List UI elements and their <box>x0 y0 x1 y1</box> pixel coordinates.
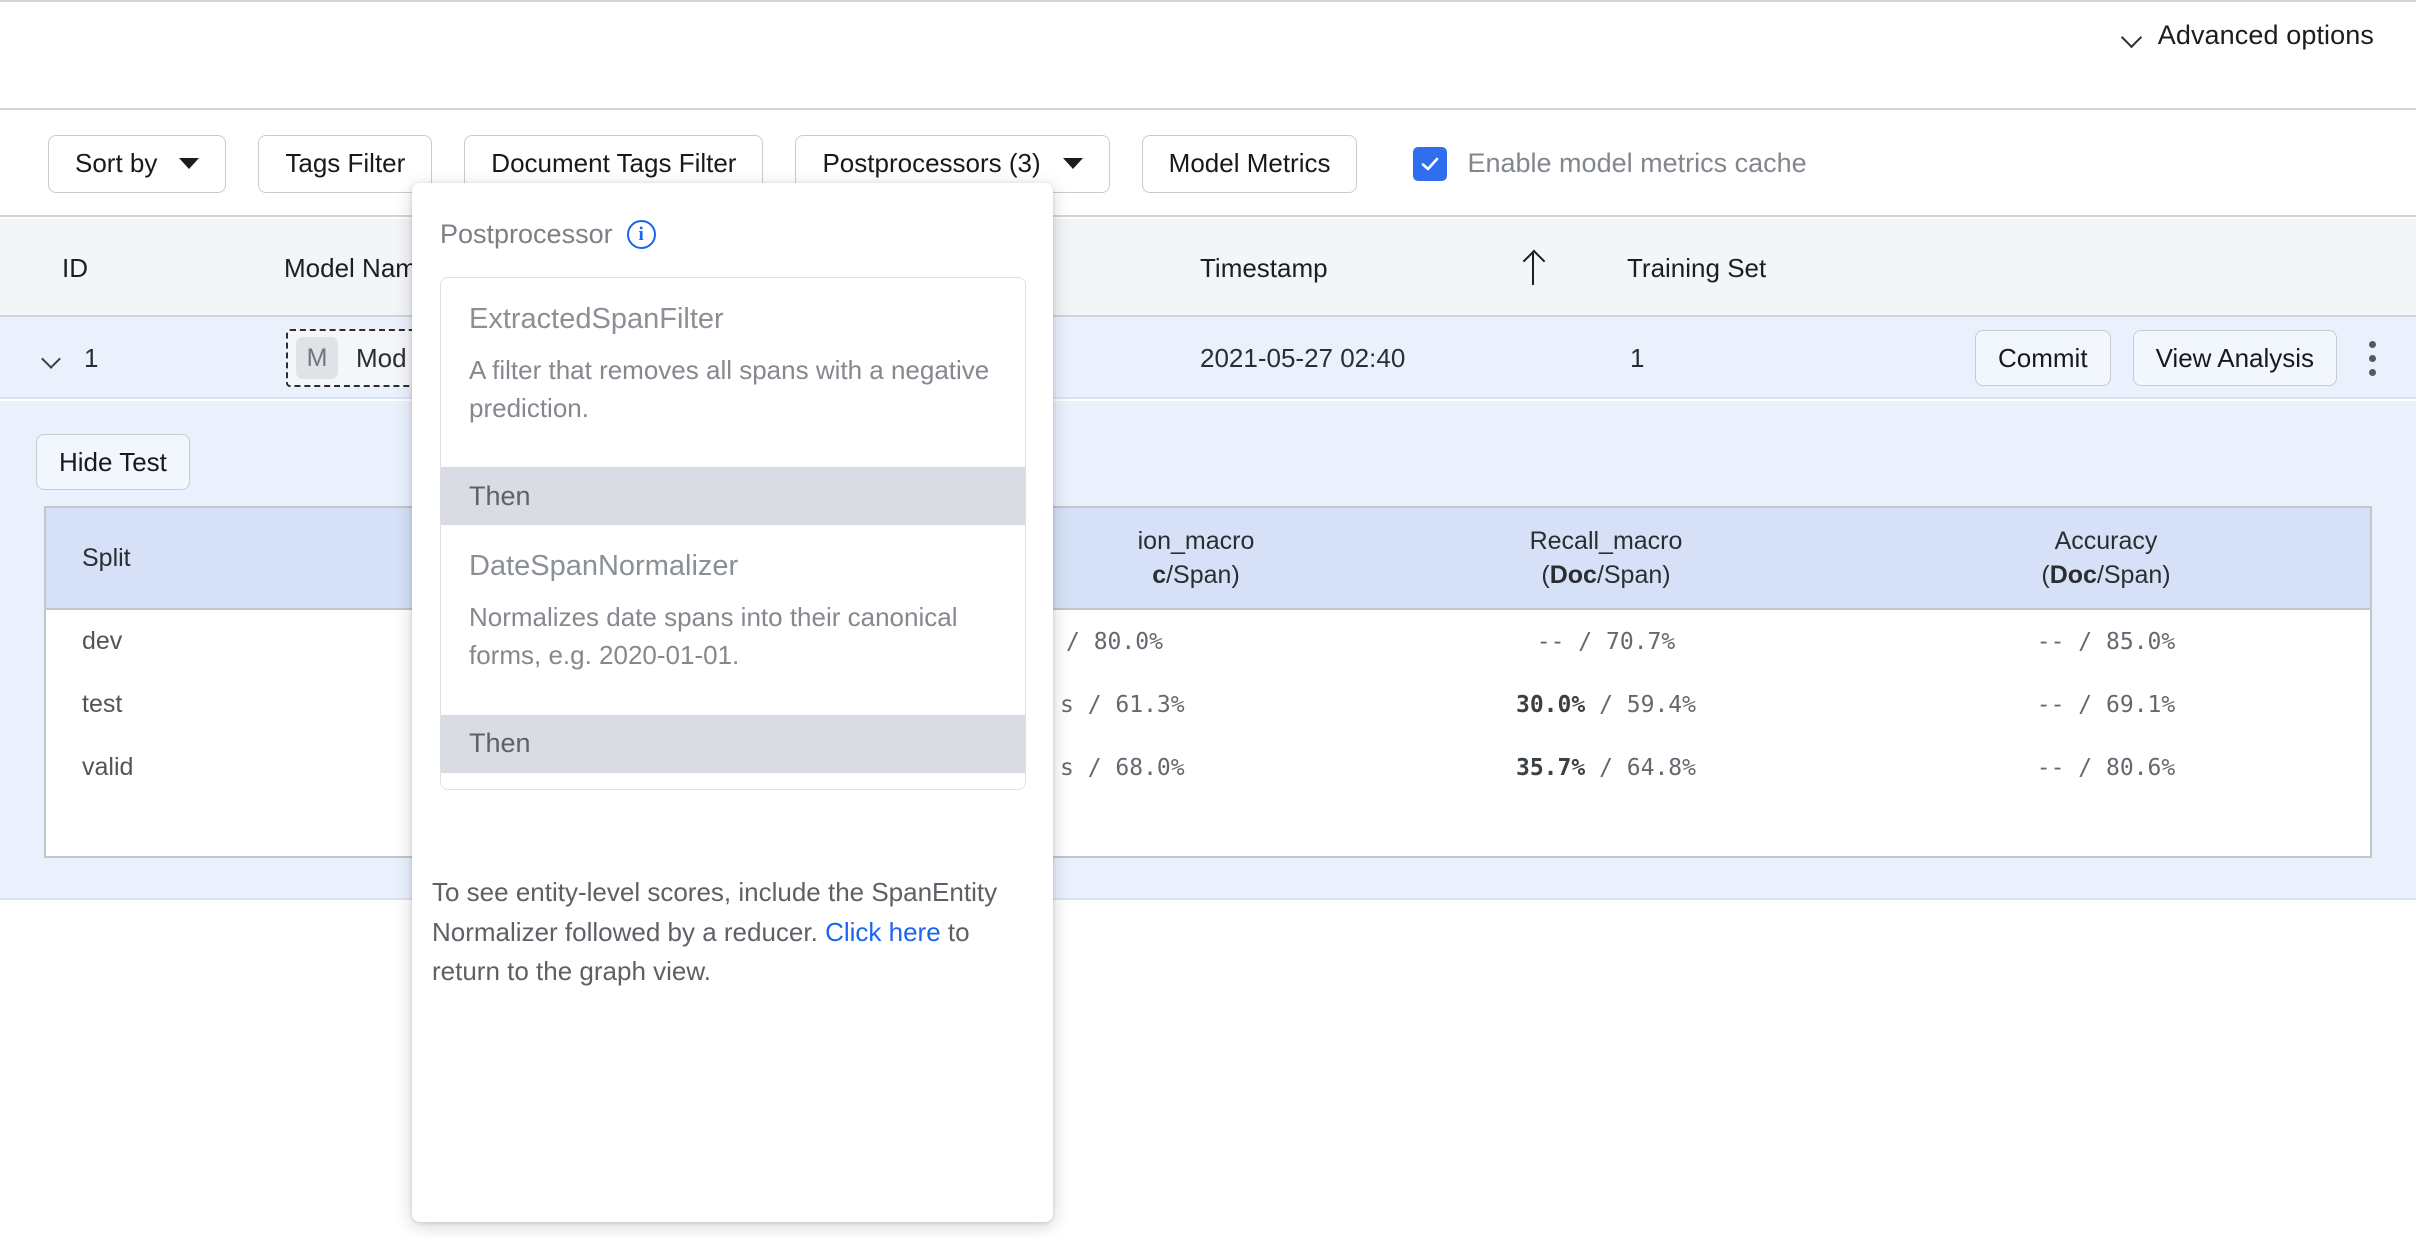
chevron-down-icon <box>1062 158 1083 169</box>
chevron-down-icon <box>2122 30 2144 42</box>
advanced-options-toggle[interactable]: Advanced options <box>2116 19 2380 52</box>
column-header-timestamp[interactable]: Timestamp <box>1200 219 1328 317</box>
model-name-chip[interactable]: M Mod <box>286 329 423 387</box>
metrics-column-split: Split <box>82 544 131 573</box>
hide-test-button[interactable]: Hide Test <box>36 434 190 490</box>
metrics-column-recall-macro: Recall_macro (Doc/Span) <box>1456 508 1756 610</box>
tags-filter-label: Tags Filter <box>285 148 406 178</box>
kebab-menu-icon[interactable] <box>2367 340 2377 376</box>
advanced-options-bar: Advanced options <box>0 0 2416 110</box>
metrics-row: valid s / 68.0% 35.7% / 64.8% -- / 80.6% <box>46 736 2370 799</box>
tags-filter-button[interactable]: Tags Filter <box>258 134 433 193</box>
click-here-link[interactable]: Click here <box>825 917 941 947</box>
model-metrics-label: Model Metrics <box>1168 148 1331 178</box>
document-tags-filter-label: Document Tags Filter <box>491 148 737 178</box>
model-name-text: Mod <box>356 342 407 373</box>
sort-by-dropdown[interactable]: Sort by <box>48 134 227 193</box>
metrics-table: Split ion_macro c/Span) Recall_macro (Do… <box>44 506 2372 858</box>
chevron-down-icon <box>179 158 200 169</box>
metrics-row: test s / 61.3% 30.0% / 59.4% -- / 69.1% <box>46 673 2370 736</box>
row-timestamp: 2021-05-27 02:40 <box>1200 342 1406 373</box>
postprocessor-popup-title: Postprocessor <box>440 219 613 249</box>
postprocessor-note: To see entity-level scores, include the … <box>432 873 1032 992</box>
table-row[interactable]: 1 M Mod 2021-05-27 02:40 1 Commit View A… <box>0 317 2416 399</box>
metrics-accuracy-value: -- / 85.0% <box>2036 628 2176 655</box>
postprocessors-label: Postprocessors (3) <box>822 148 1041 178</box>
postprocessor-list: ExtractedSpanFilter A filter that remove… <box>440 277 1026 790</box>
model-name-chip-wrap[interactable]: M Mod <box>286 317 423 399</box>
sort-by-label: Sort by <box>75 148 158 178</box>
column-header-id[interactable]: ID <box>62 219 88 317</box>
app-root: Advanced options Sort by Tags Filter Doc… <box>0 0 2416 1238</box>
avatar: M <box>296 337 338 379</box>
metrics-accuracy-value: -- / 69.1% <box>2036 691 2176 718</box>
metrics-split-value: dev <box>82 627 123 655</box>
chevron-down-icon <box>42 352 62 364</box>
postprocessor-then-separator: Then <box>441 714 1025 773</box>
info-icon[interactable]: i <box>626 220 656 249</box>
metrics-cache-toggle-group: Enable model metrics cache <box>1413 146 1807 181</box>
metrics-precision-value: / 80.0% <box>1066 628 1163 655</box>
metrics-accuracy-value: -- / 80.6% <box>2036 754 2176 781</box>
postprocessor-item[interactable]: ExtractedSpanFilter A filter that remove… <box>441 278 1025 468</box>
column-header-training-set[interactable]: Training Set <box>1627 219 1766 317</box>
postprocessor-popup-title-row: Postprocessor i <box>440 219 656 250</box>
metrics-precision-value: s / 68.0% <box>1060 754 1185 781</box>
expanded-metrics-panel: Hide Test Split ion_macro c/Span) Recall… <box>0 401 2416 900</box>
postprocessor-popup[interactable]: Postprocessor i ExtractedSpanFilter A fi… <box>412 183 1053 1222</box>
postprocessor-name: ExtractedSpanFilter <box>469 303 724 335</box>
metrics-column-precision-sub: c/Span) <box>1152 561 1240 589</box>
metrics-precision-value: s / 61.3% <box>1060 691 1185 718</box>
row-expand-toggle[interactable]: 1 <box>42 317 98 399</box>
metrics-column-precision-macro: ion_macro c/Span) <box>1046 508 1346 610</box>
check-icon <box>1422 157 1439 170</box>
postprocessor-name: DateSpanNormalizer <box>469 550 739 583</box>
metrics-table-header: Split ion_macro c/Span) Recall_macro (Do… <box>46 508 2370 610</box>
metrics-column-recall-sub: (Doc/Span) <box>1541 561 1671 589</box>
row-actions: Commit View Analysis <box>1975 317 2377 399</box>
enable-metrics-cache-label: Enable model metrics cache <box>1467 148 1807 178</box>
metrics-column-accuracy-sub: (Doc/Span) <box>2041 561 2171 589</box>
model-metrics-button[interactable]: Model Metrics <box>1141 134 1358 193</box>
sort-arrow-up-icon <box>1522 219 1544 317</box>
models-table-header: ID Model Nam Timestamp Training Set <box>0 219 2416 317</box>
metrics-split-value: valid <box>82 753 134 781</box>
commit-button[interactable]: Commit <box>1975 330 2111 386</box>
metrics-row: dev / 80.0% -- / 70.7% -- / 85.0% <box>46 610 2370 673</box>
metrics-recall-value: -- / 70.7% <box>1536 628 1676 655</box>
enable-metrics-cache-checkbox[interactable] <box>1413 146 1448 181</box>
advanced-options-label: Advanced options <box>2157 20 2374 50</box>
postprocessor-description: Normalizes date spans into their canonic… <box>469 602 958 671</box>
view-analysis-button[interactable]: View Analysis <box>2132 330 2338 386</box>
row-id: 1 <box>84 342 99 373</box>
postprocessor-item[interactable]: DateSpanNormalizer Normalizes date spans… <box>441 525 1025 715</box>
metrics-recall-value: 30.0% / 59.4% <box>1515 691 1697 718</box>
postprocessor-then-separator: Then <box>441 467 1025 526</box>
metrics-recall-value: 35.7% / 64.8% <box>1515 754 1697 781</box>
row-training-set: 1 <box>1630 342 1645 373</box>
metrics-split-value: test <box>82 690 123 718</box>
filter-toolbar: Sort by Tags Filter Document Tags Filter… <box>0 112 2416 217</box>
metrics-column-accuracy: Accuracy (Doc/Span) <box>1956 508 2256 610</box>
column-header-model-name[interactable]: Model Nam <box>284 219 417 317</box>
postprocessor-description: A filter that removes all spans with a n… <box>469 355 990 423</box>
postprocessor-item[interactable]: DocumentMostConfidentReducer Reduces spa… <box>441 772 1025 789</box>
